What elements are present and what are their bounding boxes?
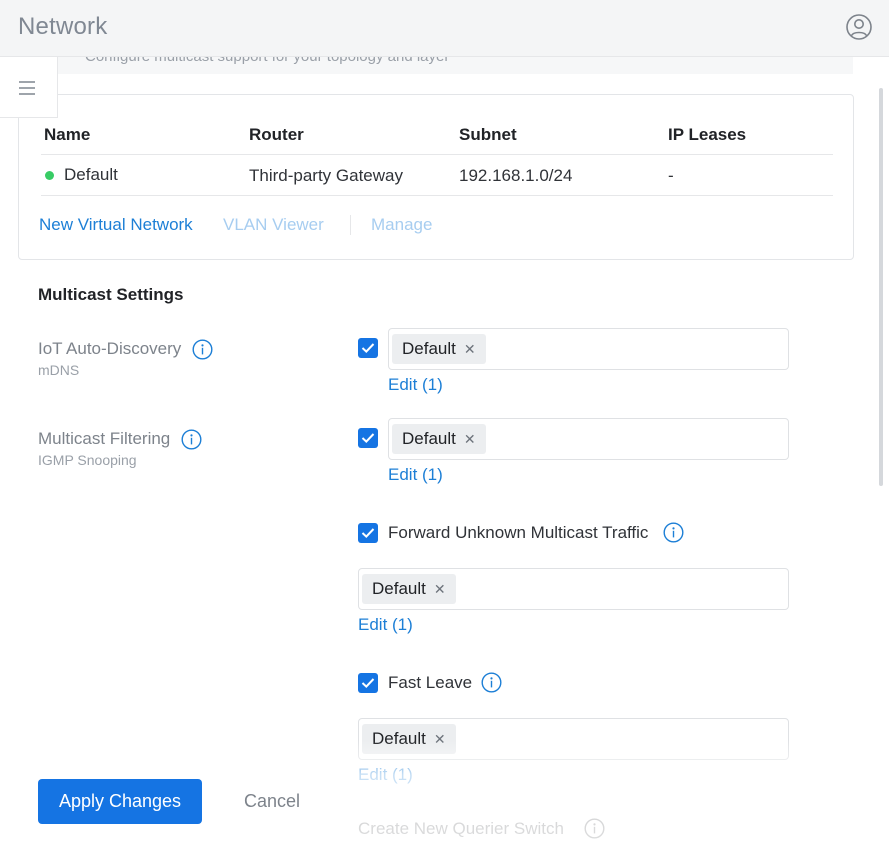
info-icon[interactable] bbox=[181, 429, 202, 450]
network-tag: Default ✕ bbox=[362, 724, 456, 754]
manage-link[interactable]: Manage bbox=[371, 215, 432, 235]
apply-changes-button[interactable]: Apply Changes bbox=[38, 779, 202, 824]
column-header-subnet[interactable]: Subnet bbox=[459, 125, 517, 145]
divider bbox=[41, 195, 833, 196]
scrollbar[interactable] bbox=[879, 88, 883, 486]
app-header: Network bbox=[0, 0, 889, 57]
fast-leave-label[interactable]: Fast Leave bbox=[388, 673, 472, 693]
new-virtual-network-link[interactable]: New Virtual Network bbox=[39, 215, 193, 235]
tag-label: Default bbox=[372, 729, 426, 748]
network-ip-leases: - bbox=[668, 166, 674, 185]
igmp-snooping-sublabel: IGMP Snooping bbox=[38, 452, 137, 468]
forward-unknown-edit-link[interactable]: Edit (1) bbox=[358, 615, 413, 635]
remove-tag-icon[interactable]: ✕ bbox=[434, 731, 446, 747]
network-router: Third-party Gateway bbox=[249, 166, 403, 185]
user-account-icon[interactable] bbox=[845, 13, 873, 41]
divider bbox=[350, 215, 351, 235]
iot-auto-discovery-label: IoT Auto-Discovery bbox=[38, 339, 182, 358]
fast-leave-edit-link[interactable]: Edit (1) bbox=[358, 765, 413, 785]
description-text: Configure multicast support for your top… bbox=[85, 57, 449, 65]
mdns-sublabel: mDNS bbox=[38, 362, 80, 378]
column-header-router[interactable]: Router bbox=[249, 125, 304, 145]
tag-label: Default bbox=[372, 579, 426, 598]
tag-label: Default bbox=[402, 339, 456, 358]
fast-leave-checkbox[interactable] bbox=[358, 673, 378, 693]
info-icon[interactable] bbox=[481, 672, 502, 693]
tag-label: Default bbox=[402, 429, 456, 448]
forward-unknown-label[interactable]: Forward Unknown Multicast Traffic bbox=[388, 523, 648, 543]
fast-leave-network-select[interactable]: Default ✕ bbox=[358, 718, 789, 760]
filtering-edit-link[interactable]: Edit (1) bbox=[388, 465, 443, 485]
description-strip: Configure multicast support for your top… bbox=[55, 57, 853, 74]
multicast-filtering-checkbox[interactable] bbox=[358, 428, 378, 448]
checkmark-icon bbox=[361, 433, 375, 444]
info-icon[interactable] bbox=[663, 522, 684, 543]
menu-icon bbox=[19, 93, 35, 95]
cancel-button[interactable]: Cancel bbox=[228, 779, 316, 824]
network-table-card: Name Router Subnet IP Leases Default Thi… bbox=[18, 94, 854, 260]
checkmark-icon bbox=[361, 528, 375, 539]
divider bbox=[41, 154, 833, 155]
remove-tag-icon[interactable]: ✕ bbox=[464, 431, 476, 447]
menu-icon bbox=[19, 81, 35, 83]
hamburger-menu-button[interactable] bbox=[0, 57, 58, 118]
network-tag: Default ✕ bbox=[392, 424, 486, 454]
network-name[interactable]: Default bbox=[64, 165, 118, 185]
vlan-viewer-link[interactable]: VLAN Viewer bbox=[223, 215, 324, 235]
network-tag: Default ✕ bbox=[392, 334, 486, 364]
remove-tag-icon[interactable]: ✕ bbox=[464, 341, 476, 357]
column-header-name[interactable]: Name bbox=[44, 125, 90, 145]
section-title-multicast: Multicast Settings bbox=[38, 285, 184, 304]
remove-tag-icon[interactable]: ✕ bbox=[434, 581, 446, 597]
info-icon[interactable] bbox=[584, 818, 605, 839]
forward-unknown-network-select[interactable]: Default ✕ bbox=[358, 568, 789, 610]
iot-auto-discovery-checkbox[interactable] bbox=[358, 338, 378, 358]
info-icon[interactable] bbox=[192, 339, 213, 360]
status-online-icon bbox=[45, 171, 54, 180]
iot-edit-link[interactable]: Edit (1) bbox=[388, 375, 443, 395]
iot-network-select[interactable]: Default ✕ bbox=[388, 328, 789, 370]
checkmark-icon bbox=[361, 678, 375, 689]
network-subnet: 192.168.1.0/24 bbox=[459, 166, 573, 185]
forward-unknown-checkbox[interactable] bbox=[358, 523, 378, 543]
column-header-ip-leases[interactable]: IP Leases bbox=[668, 125, 746, 145]
create-querier-switch-link[interactable]: Create New Querier Switch bbox=[358, 819, 564, 839]
page-title: Network bbox=[18, 13, 108, 40]
menu-icon bbox=[19, 87, 35, 89]
filtering-network-select[interactable]: Default ✕ bbox=[388, 418, 789, 460]
multicast-filtering-label: Multicast Filtering bbox=[38, 429, 171, 448]
network-tag: Default ✕ bbox=[362, 574, 456, 604]
checkmark-icon bbox=[361, 343, 375, 354]
